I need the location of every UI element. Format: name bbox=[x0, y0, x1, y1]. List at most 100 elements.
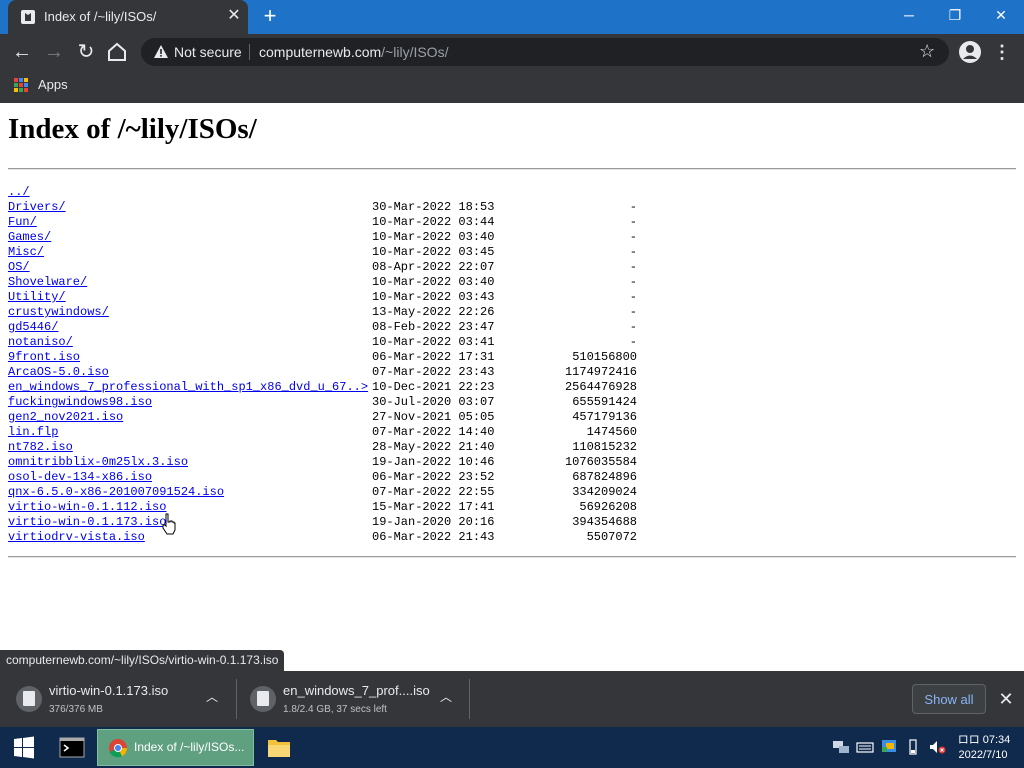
file-size: - bbox=[629, 245, 637, 259]
download-divider bbox=[469, 679, 470, 719]
keyboard-icon[interactable] bbox=[856, 738, 874, 756]
file-explorer-icon[interactable] bbox=[266, 727, 292, 768]
title-bar: Index of /~lily/ISOs/ ✕ + ─ ❐ ✕ bbox=[0, 0, 1024, 34]
usb-device-icon[interactable] bbox=[904, 738, 922, 756]
bookmarks-bar: Apps bbox=[0, 70, 1024, 103]
apps-grid-icon[interactable] bbox=[14, 78, 28, 92]
apps-bookmark[interactable]: Apps bbox=[38, 77, 68, 92]
modified-date: 10-Mar-2022 03:44 bbox=[372, 215, 495, 229]
bottom-divider bbox=[8, 556, 1016, 558]
address-bar[interactable]: Not secure computernewb.com/~lily/ISOs/ … bbox=[141, 38, 949, 66]
modified-date: 10-Dec-2021 22:23 bbox=[372, 380, 495, 394]
chevron-up-icon[interactable]: ︿ bbox=[438, 689, 454, 705]
forward-icon[interactable]: → bbox=[40, 38, 68, 66]
file-link[interactable]: lin.flp bbox=[8, 425, 58, 440]
file-link[interactable]: Drivers/ bbox=[8, 200, 66, 215]
modified-date: 07-Mar-2022 14:40 bbox=[372, 425, 495, 439]
modified-date: 30-Jul-2020 03:07 bbox=[372, 395, 495, 409]
tab-close-icon[interactable]: ✕ bbox=[224, 6, 244, 26]
file-link[interactable]: virtiodrv-vista.iso bbox=[8, 530, 145, 545]
file-link[interactable]: virtio-win-0.1.112.iso bbox=[8, 500, 166, 515]
file-icon bbox=[250, 686, 276, 712]
modified-date: 06-Mar-2022 21:43 bbox=[372, 530, 495, 544]
download-status: 376/376 MB bbox=[49, 704, 103, 715]
file-icon bbox=[16, 686, 42, 712]
file-link[interactable]: crustywindows/ bbox=[8, 305, 109, 320]
file-size: 56926208 bbox=[579, 500, 637, 514]
network-icon[interactable] bbox=[832, 738, 850, 756]
browser-menu-icon[interactable]: ⋮ bbox=[992, 40, 1012, 64]
windows-start-icon[interactable] bbox=[0, 727, 48, 768]
download-item[interactable]: en_windows_7_prof....iso 1.8/2.4 GB, 37 … bbox=[234, 671, 470, 727]
file-link[interactable]: ArcaOS-5.0.iso bbox=[8, 365, 109, 380]
home-icon[interactable] bbox=[106, 42, 128, 62]
file-link[interactable]: 9front.iso bbox=[8, 350, 80, 365]
restore-icon[interactable]: ❐ bbox=[932, 0, 978, 30]
chrome-taskbar-button[interactable]: Index of /~lily/ISOs... bbox=[97, 729, 254, 766]
file-link[interactable]: Misc/ bbox=[8, 245, 44, 260]
profile-icon[interactable] bbox=[958, 40, 982, 64]
new-tab-icon[interactable]: + bbox=[259, 5, 281, 27]
minimize-icon[interactable]: ─ bbox=[886, 0, 932, 30]
file-link[interactable]: osol-dev-134-x86.iso bbox=[8, 470, 152, 485]
reload-icon[interactable]: ↻ bbox=[72, 38, 100, 66]
browser-toolbar: ← → ↻ Not secure computernewb.com/~lily/… bbox=[0, 34, 1024, 70]
file-size: 110815232 bbox=[572, 440, 637, 454]
hand-cursor-icon bbox=[162, 513, 176, 535]
file-link[interactable]: notaniso/ bbox=[8, 335, 73, 350]
file-link[interactable]: gd5446/ bbox=[8, 320, 58, 335]
modified-date: 19-Jan-2022 10:46 bbox=[372, 455, 495, 469]
file-link[interactable]: Games/ bbox=[8, 230, 51, 245]
terminal-icon[interactable] bbox=[58, 727, 86, 768]
download-item[interactable]: virtio-win-0.1.173.iso 376/376 MB ︿ bbox=[0, 671, 236, 727]
taskbar: Index of /~lily/ISOs... ロロ 07:34 2022/7/… bbox=[0, 727, 1024, 768]
file-size: - bbox=[629, 215, 637, 229]
file-size: 394354688 bbox=[572, 515, 637, 529]
chrome-icon bbox=[109, 739, 128, 758]
file-link[interactable]: Fun/ bbox=[8, 215, 37, 230]
close-window-icon[interactable]: ✕ bbox=[978, 0, 1024, 30]
back-icon[interactable]: ← bbox=[8, 38, 36, 66]
url-text[interactable]: computernewb.com/~lily/ISOs/ bbox=[259, 44, 448, 60]
modified-date: 06-Mar-2022 23:52 bbox=[372, 470, 495, 484]
clock-time[interactable]: ロロ 07:34 bbox=[956, 731, 1012, 747]
tab-active[interactable]: Index of /~lily/ISOs/ ✕ bbox=[8, 0, 248, 34]
file-size: 655591424 bbox=[572, 395, 637, 409]
volume-muted-icon[interactable] bbox=[928, 738, 946, 756]
file-size: 687824896 bbox=[572, 470, 637, 484]
display-icon[interactable] bbox=[880, 738, 898, 756]
file-size: 334209024 bbox=[572, 485, 637, 499]
tab-title: Index of /~lily/ISOs/ bbox=[44, 9, 157, 24]
modified-date: 13-May-2022 22:26 bbox=[372, 305, 495, 319]
file-size: - bbox=[629, 305, 637, 319]
file-link[interactable]: virtio-win-0.1.173.iso bbox=[8, 515, 166, 530]
bookmark-star-icon[interactable]: ☆ bbox=[919, 41, 935, 62]
chrome-task-label: Index of /~lily/ISOs... bbox=[134, 740, 245, 754]
modified-date: 06-Mar-2022 17:31 bbox=[372, 350, 495, 364]
top-divider bbox=[8, 168, 1016, 170]
file-link[interactable]: qnx-6.5.0-x86-201007091524.iso bbox=[8, 485, 224, 500]
file-link[interactable]: OS/ bbox=[8, 260, 30, 275]
file-link[interactable]: nt782.iso bbox=[8, 440, 73, 455]
close-shelf-icon[interactable]: ✕ bbox=[996, 687, 1016, 711]
file-link[interactable]: en_windows_7_professional_with_sp1_x86_d… bbox=[8, 380, 368, 395]
file-size: 2564476928 bbox=[564, 380, 637, 394]
modified-date: 28-May-2022 21:40 bbox=[372, 440, 495, 454]
clock-date[interactable]: 2022/7/10 bbox=[950, 749, 1016, 761]
chevron-up-icon[interactable]: ︿ bbox=[204, 689, 220, 705]
warning-icon[interactable] bbox=[153, 44, 169, 60]
not-secure-label[interactable]: Not secure bbox=[174, 44, 242, 60]
file-link[interactable]: fuckingwindows98.iso bbox=[8, 395, 152, 410]
file-link[interactable]: gen2_nov2021.iso bbox=[8, 410, 123, 425]
modified-date: 10-Mar-2022 03:41 bbox=[372, 335, 495, 349]
file-link[interactable]: ../ bbox=[8, 185, 30, 200]
file-size: 1076035584 bbox=[564, 455, 637, 469]
modified-date: 30-Mar-2022 18:53 bbox=[372, 200, 495, 214]
page-content: Index of /~lily/ISOs/ ../Drivers/30-Mar-… bbox=[0, 103, 1024, 671]
file-link[interactable]: omnitribblix-0m25lx.3.iso bbox=[8, 455, 188, 470]
page-title: Index of /~lily/ISOs/ bbox=[8, 113, 257, 145]
show-all-button[interactable]: Show all bbox=[912, 684, 986, 714]
file-link[interactable]: Utility/ bbox=[8, 290, 66, 305]
file-link[interactable]: Shovelware/ bbox=[8, 275, 87, 290]
url-host: computernewb.com bbox=[259, 44, 382, 60]
